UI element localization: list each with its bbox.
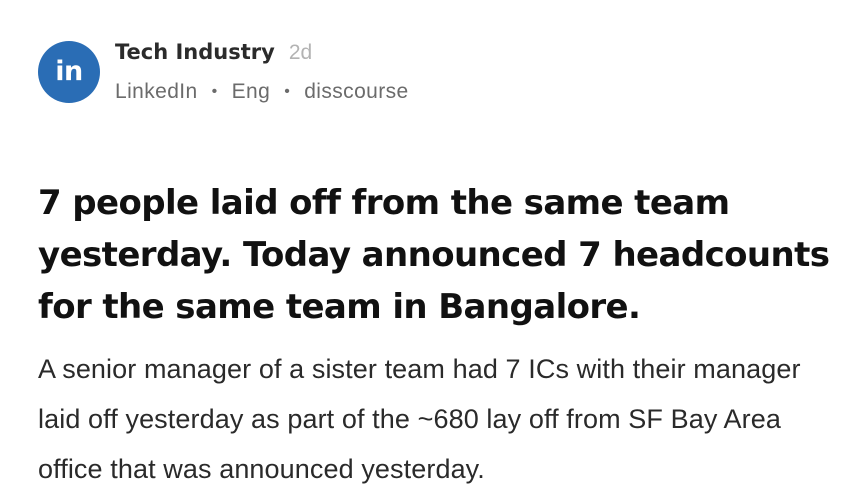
post-header-text: Tech Industry 2d LinkedIn • Eng • dissco… <box>115 40 409 104</box>
meta-separator: • <box>284 83 291 100</box>
linkedin-logo-avatar[interactable]: in <box>38 41 100 103</box>
language-tag: Eng <box>231 80 271 103</box>
post-body-text: A senior manager of a sister team had 7 … <box>38 354 801 484</box>
company-name: LinkedIn <box>115 80 198 103</box>
linkedin-logo-text: in <box>55 55 83 87</box>
post-title[interactable]: 7 people laid off from the same team yes… <box>38 177 838 333</box>
post-header: in Tech Industry 2d LinkedIn • Eng • dis… <box>38 40 409 104</box>
author-username[interactable]: disscourse <box>304 80 408 104</box>
post-timestamp: 2d <box>288 41 313 64</box>
community-line: Tech Industry 2d <box>115 40 409 74</box>
meta-separator: • <box>211 83 218 100</box>
author-meta-line: LinkedIn • Eng • disscourse <box>115 80 409 104</box>
community-name-link[interactable]: Tech Industry <box>115 40 275 64</box>
